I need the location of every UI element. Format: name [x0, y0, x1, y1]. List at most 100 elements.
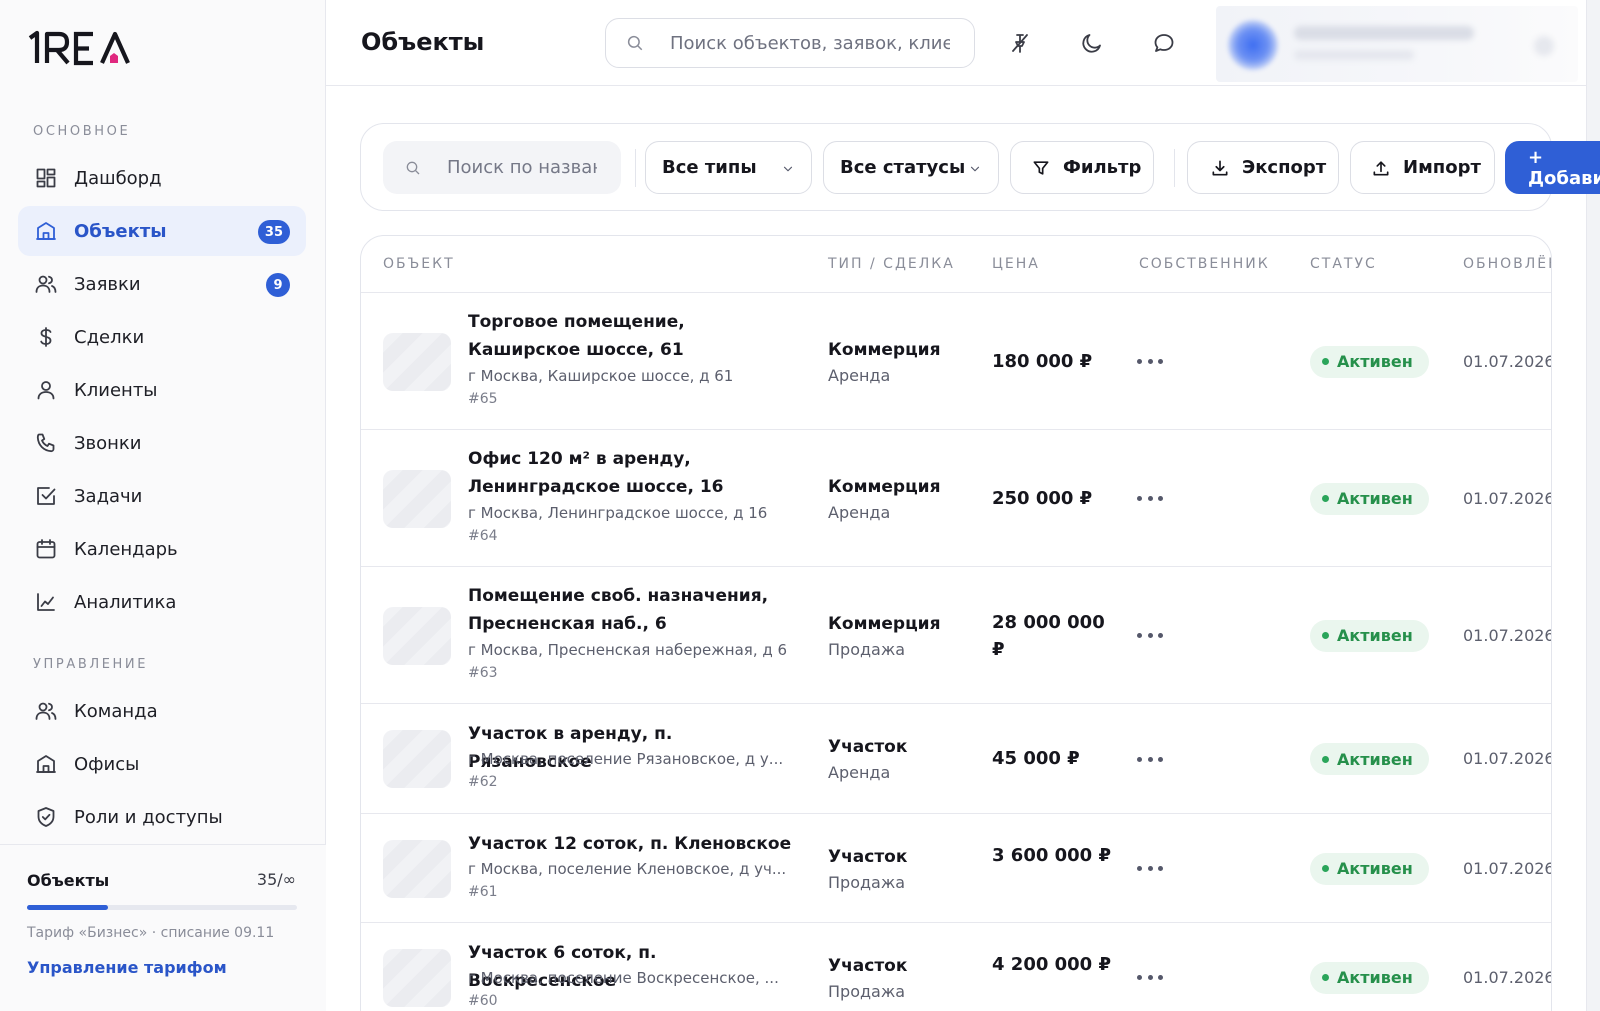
download-icon — [1210, 158, 1230, 178]
status-badge[interactable]: Активен — [1310, 482, 1429, 515]
object-id: #61 — [468, 884, 498, 900]
object-address: г Москва, поселение Кленовское, д уч... — [468, 860, 787, 878]
updated-date: 01.07.2026 — [1463, 488, 1552, 508]
object-thumbnail[interactable] — [383, 469, 451, 528]
sidebar-item-office[interactable]: Офисы — [18, 739, 306, 789]
owner-more-icon[interactable] — [1137, 863, 1163, 875]
sidebar-item-dashboard[interactable]: Дашборд — [18, 153, 306, 203]
owner-more-icon[interactable] — [1137, 753, 1163, 765]
filter-icon — [1031, 158, 1051, 178]
table-row[interactable]: Участок 6 соток, п. Воскресенское г Москв… — [361, 923, 1551, 1011]
objects-search-input[interactable] — [447, 155, 597, 179]
office-icon — [33, 751, 59, 777]
object-thumbnail[interactable] — [383, 332, 451, 391]
sidebar: ОСНОВНОЕ Дашборд Объекты 35 Заявки 9 Сделки Кл… — [0, 0, 326, 1011]
global-search[interactable] — [605, 18, 975, 68]
object-type: Коммерция — [828, 339, 941, 360]
object-type: Участок — [828, 955, 908, 976]
owner-more-icon[interactable] — [1137, 630, 1163, 642]
deal-kind: Аренда — [828, 365, 891, 385]
sidebar-item-calendar[interactable]: Календарь — [18, 524, 306, 574]
sidebar-item-dollar[interactable]: Сделки — [18, 312, 306, 362]
chart-line-icon — [33, 589, 59, 615]
import-button[interactable]: Импорт — [1350, 141, 1495, 194]
column-header-price[interactable]: ЦЕНА — [992, 256, 1040, 272]
column-header-object[interactable]: ОБЪЕКТ — [383, 256, 455, 272]
chevron-down-icon — [781, 160, 795, 181]
deal-kind: Продажа — [828, 872, 906, 892]
table-row[interactable]: Офис 120 м² в аренду, Ленинградское шосс… — [361, 430, 1551, 567]
object-price: 250 000 ₽ — [992, 487, 1093, 509]
object-id: #62 — [468, 774, 498, 790]
object-title[interactable]: Торговое помещение, Каширское шоссе, 61 — [468, 308, 798, 364]
sidebar-item-label: Задачи — [74, 485, 143, 507]
sidebar-item-label: Календарь — [74, 538, 178, 560]
object-title[interactable]: Участок 12 соток, п. Кленовское — [468, 830, 798, 858]
object-title[interactable]: Офис 120 м² в аренду, Ленинградское шосс… — [468, 445, 798, 501]
status-badge[interactable]: Активен — [1310, 345, 1429, 378]
status-select[interactable]: Все статусы — [823, 141, 999, 194]
owner-more-icon[interactable] — [1137, 356, 1163, 368]
sidebar-item-phone[interactable]: Звонки — [18, 418, 306, 468]
owner-more-icon[interactable] — [1137, 493, 1163, 505]
owner-more-icon[interactable] — [1137, 972, 1163, 984]
plan-usage-panel: Объекты 35/∞ Тариф «Бизнес» · списание 0… — [0, 844, 326, 1011]
table-row[interactable]: Участок в аренду, п. Рязановское г Москва… — [361, 704, 1551, 814]
objects-toolbar: Все типы Все статусы Фильтр Экспорт Импо… — [360, 123, 1600, 211]
search-icon — [627, 35, 643, 51]
sidebar-item-users[interactable]: Заявки 9 — [18, 259, 306, 309]
filter-button[interactable]: Фильтр — [1010, 141, 1154, 194]
calendar-icon — [33, 536, 59, 562]
column-header-type-deal[interactable]: ТИП / СДЕЛКА — [828, 256, 955, 272]
object-type: Участок — [828, 737, 908, 757]
column-header-updated[interactable]: ОБНОВЛЁН — [1463, 256, 1551, 272]
updated-date: 01.07.2026 — [1463, 967, 1552, 987]
count-badge: 35 — [257, 220, 290, 244]
table-row[interactable]: Участок 12 соток, п. Кленовское г Москва,… — [361, 814, 1551, 923]
sidebar-item-shield-check[interactable]: Роли и доступы — [18, 792, 306, 842]
status-badge[interactable]: Активен — [1310, 852, 1429, 885]
type-select[interactable]: Все типы — [645, 141, 812, 194]
table-header: ОБЪЕКТ ТИП / СДЕЛКА ЦЕНА СОБСТВЕННИК СТА… — [361, 236, 1551, 293]
export-button-label: Экспорт — [1242, 157, 1327, 178]
sidebar-item-label: Дашборд — [74, 167, 162, 189]
deal-kind: Аренда — [828, 763, 891, 782]
object-thumbnail[interactable] — [383, 948, 451, 1007]
status-badge[interactable]: Активен — [1310, 961, 1429, 994]
status-label: Активен — [1337, 626, 1413, 645]
type-select-value: Все типы — [662, 157, 757, 178]
moon-icon[interactable] — [1078, 29, 1106, 57]
object-thumbnail[interactable] — [383, 730, 451, 788]
manage-plan-link[interactable]: Управление тарифом — [27, 958, 227, 977]
brand-logo[interactable] — [26, 30, 148, 66]
objects-search[interactable] — [383, 141, 621, 194]
export-button[interactable]: Экспорт — [1187, 141, 1339, 194]
import-button-label: Импорт — [1403, 157, 1481, 178]
sidebar-item-team[interactable]: Команда — [18, 686, 306, 736]
sidebar-item-checkbox[interactable]: Задачи — [18, 471, 306, 521]
column-header-status[interactable]: СТАТУС — [1310, 256, 1377, 272]
sidebar-item-user[interactable]: Клиенты — [18, 365, 306, 415]
object-price: 4 200 000 ₽ — [992, 953, 1111, 975]
chat-icon[interactable] — [1150, 29, 1178, 57]
pin-off-icon[interactable] — [1006, 29, 1034, 57]
sidebar-item-building[interactable]: Объекты 35 — [18, 206, 306, 256]
upload-icon — [1371, 158, 1391, 178]
object-thumbnail[interactable] — [383, 839, 451, 898]
object-title[interactable]: Помещение своб. назначения, Пресненская … — [468, 582, 798, 638]
object-id: #65 — [468, 391, 498, 407]
add-object-button[interactable]: + Добавить — [1505, 141, 1600, 194]
section-label-main: ОСНОВНОЕ — [33, 124, 131, 139]
global-search-input[interactable] — [670, 31, 950, 55]
table-row[interactable]: Торговое помещение, Каширское шоссе, 61 г… — [361, 293, 1551, 430]
object-thumbnail[interactable] — [383, 606, 451, 665]
object-type: Участок — [828, 846, 908, 867]
object-address: г Москва, поселение Воскресенское, ... — [468, 969, 779, 987]
chevron-down-icon — [1534, 36, 1554, 56]
status-badge[interactable]: Активен — [1310, 743, 1429, 775]
column-header-owner[interactable]: СОБСТВЕННИК — [1139, 256, 1270, 272]
sidebar-item-chart-line[interactable]: Аналитика — [18, 577, 306, 627]
user-profile-menu[interactable] — [1216, 6, 1578, 82]
table-row[interactable]: Помещение своб. назначения, Пресненская … — [361, 567, 1551, 704]
status-badge[interactable]: Активен — [1310, 619, 1429, 652]
